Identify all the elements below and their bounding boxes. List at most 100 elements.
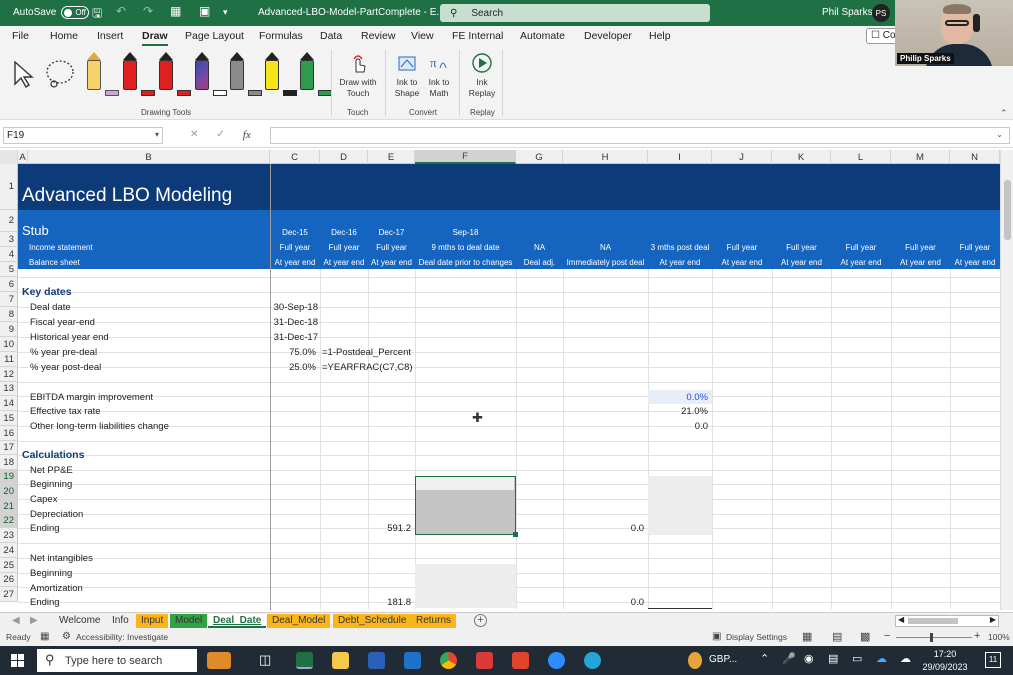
word-taskbar-icon[interactable] xyxy=(368,652,385,669)
column-header-e[interactable]: E xyxy=(368,150,415,164)
intangibles-ending-h27[interactable]: 0.0 xyxy=(563,595,644,609)
column-header-l[interactable]: L xyxy=(831,150,891,164)
selected-range-f19-f22[interactable] xyxy=(415,476,518,537)
user-avatar[interactable]: PS xyxy=(872,4,890,22)
column-header-k[interactable]: K xyxy=(772,150,831,164)
ppe-ending-e22[interactable]: 591.2 xyxy=(368,521,411,535)
collapse-ribbon-icon[interactable]: ⌃ xyxy=(1000,108,1008,119)
sheet-tab-deal-model[interactable]: Deal_Model xyxy=(267,614,331,628)
sheet-tab-model[interactable]: Model xyxy=(170,614,208,628)
zoom-app-icon[interactable] xyxy=(548,652,565,669)
column-header-c[interactable]: C xyxy=(270,150,320,164)
notifications-badge[interactable]: 11 xyxy=(985,652,1001,668)
pre-deal-value[interactable]: 75.0% xyxy=(270,345,316,359)
fiscal-ye-value[interactable]: 31-Dec-18 xyxy=(270,315,318,329)
column-header-m[interactable]: M xyxy=(891,150,950,164)
zoom-out-icon[interactable]: − xyxy=(884,630,890,642)
row-header[interactable]: 1 xyxy=(0,164,18,210)
name-box[interactable]: F19 ▾ xyxy=(3,127,163,144)
display-tray-icon[interactable]: ▭ xyxy=(852,652,862,665)
row-header[interactable]: 6 xyxy=(0,277,18,292)
task-view-icon[interactable]: ◫ xyxy=(259,652,271,668)
row-header[interactable]: 13 xyxy=(0,382,18,396)
sheet-tab-welcome[interactable]: Welcome xyxy=(54,614,106,628)
microphone-icon[interactable]: 🎤 xyxy=(782,652,796,665)
row-header[interactable]: 20 xyxy=(0,484,18,499)
tax-rate-value[interactable]: 21.0% xyxy=(648,404,708,418)
pdf-app-icon[interactable] xyxy=(476,652,493,669)
tab-automate[interactable]: Automate xyxy=(520,30,565,42)
search-box[interactable]: ⚲ Search xyxy=(440,4,710,22)
cancel-formula-icon[interactable]: ✕ xyxy=(190,129,198,141)
select-arrow-icon[interactable] xyxy=(12,60,34,88)
tab-fe-internal[interactable]: FE Internal xyxy=(452,30,503,42)
worksheet-grid[interactable]: A B C D E F G H I J K L M N 1 2 3 4 5 6 7 8 9 10 1… xyxy=(0,150,1013,610)
row-header[interactable]: 11 xyxy=(0,352,18,367)
tab-insert[interactable]: Insert xyxy=(97,30,123,42)
row-header[interactable]: 2 xyxy=(0,210,18,232)
camera-tray-icon[interactable]: ◉ xyxy=(804,652,814,665)
ebitda-value[interactable]: 0.0% xyxy=(648,390,708,404)
tab-developer[interactable]: Developer xyxy=(584,30,632,42)
row-header[interactable]: 9 xyxy=(0,322,18,337)
sheet-tab-input[interactable]: Input xyxy=(136,614,169,628)
display-settings-label[interactable]: Display Settings xyxy=(726,632,787,642)
row-header[interactable]: 17 xyxy=(0,441,18,455)
taskbar-date[interactable]: 29/09/2023 xyxy=(920,662,970,672)
display-settings-icon[interactable]: ▣ xyxy=(712,631,721,642)
row-header[interactable]: 7 xyxy=(0,292,18,307)
zoom-in-icon[interactable]: + xyxy=(974,630,980,642)
column-header-g[interactable]: G xyxy=(516,150,563,164)
vertical-scroll-thumb[interactable] xyxy=(1004,180,1011,240)
ink-replay-button[interactable]: Ink Replay xyxy=(465,52,499,99)
row-header[interactable]: 16 xyxy=(0,426,18,441)
sheet-scroll-right-icon[interactable]: ▶ xyxy=(30,615,38,626)
tab-help[interactable]: Help xyxy=(649,30,671,42)
draw-with-touch-button[interactable]: Draw with Touch xyxy=(336,52,380,99)
normal-view-icon[interactable]: ▦ xyxy=(802,630,812,643)
column-header-i[interactable]: I xyxy=(648,150,712,164)
onedrive-icon[interactable]: ☁ xyxy=(876,652,887,665)
enter-formula-icon[interactable]: ✓ xyxy=(216,129,224,141)
column-header-h[interactable]: H xyxy=(563,150,648,164)
taskbar-time[interactable]: 17:20 xyxy=(922,649,968,659)
vertical-scrollbar[interactable] xyxy=(1000,150,1013,610)
tab-review[interactable]: Review xyxy=(361,30,395,42)
row-header[interactable]: 19 xyxy=(0,470,18,484)
row-header[interactable]: 10 xyxy=(0,337,18,352)
file-explorer-icon[interactable] xyxy=(332,652,349,669)
tab-formulas[interactable]: Formulas xyxy=(259,30,303,42)
gray-pen-icon[interactable] xyxy=(230,52,262,96)
accessibility-icon[interactable]: ⚙ xyxy=(62,631,71,642)
show-hidden-icons-icon[interactable]: ⌃ xyxy=(760,652,769,665)
save-icon[interactable]: 🖫 xyxy=(92,4,102,25)
redo-icon[interactable]: ↷ xyxy=(143,4,153,18)
row-header[interactable]: 22 xyxy=(0,514,18,528)
row-header[interactable]: 27 xyxy=(0,587,18,602)
row-header[interactable]: 5 xyxy=(0,262,18,277)
select-all-corner[interactable] xyxy=(0,150,18,164)
autosave-control[interactable]: AutoSave Off xyxy=(13,6,90,19)
galaxy-pen-icon[interactable] xyxy=(195,52,227,96)
ltl-change-value[interactable]: 0.0 xyxy=(648,419,708,433)
column-header-a[interactable]: A xyxy=(18,150,28,164)
formula-input[interactable]: ⌄ xyxy=(270,127,1010,144)
ink-to-shape-button[interactable]: Ink to Shape xyxy=(391,52,423,99)
hscroll-right-icon[interactable]: ▶ xyxy=(990,615,996,624)
post-deal-value[interactable]: 25.0% xyxy=(270,360,316,374)
column-header-f[interactable]: F xyxy=(415,150,516,164)
ink-to-math-button[interactable]: π Ink to Math xyxy=(424,52,454,99)
tab-home[interactable]: Home xyxy=(50,30,78,42)
row-header[interactable]: 26 xyxy=(0,573,18,587)
green-pen-icon[interactable] xyxy=(300,52,332,96)
customize-qat-icon[interactable]: ▾ xyxy=(223,7,228,18)
currency-widget-icon[interactable] xyxy=(688,652,702,669)
row-header[interactable]: 18 xyxy=(0,455,18,470)
red-pen-2-icon[interactable] xyxy=(159,52,191,96)
network-icon[interactable]: ▤ xyxy=(828,652,838,665)
sheet-tab-info[interactable]: Info xyxy=(107,614,134,628)
acrobat-icon[interactable] xyxy=(512,652,529,669)
sheet-tab-deal-date[interactable]: Deal_Date xyxy=(208,614,267,628)
ppe-ending-h22[interactable]: 0.0 xyxy=(563,521,644,535)
red-pen-icon[interactable] xyxy=(123,52,155,96)
